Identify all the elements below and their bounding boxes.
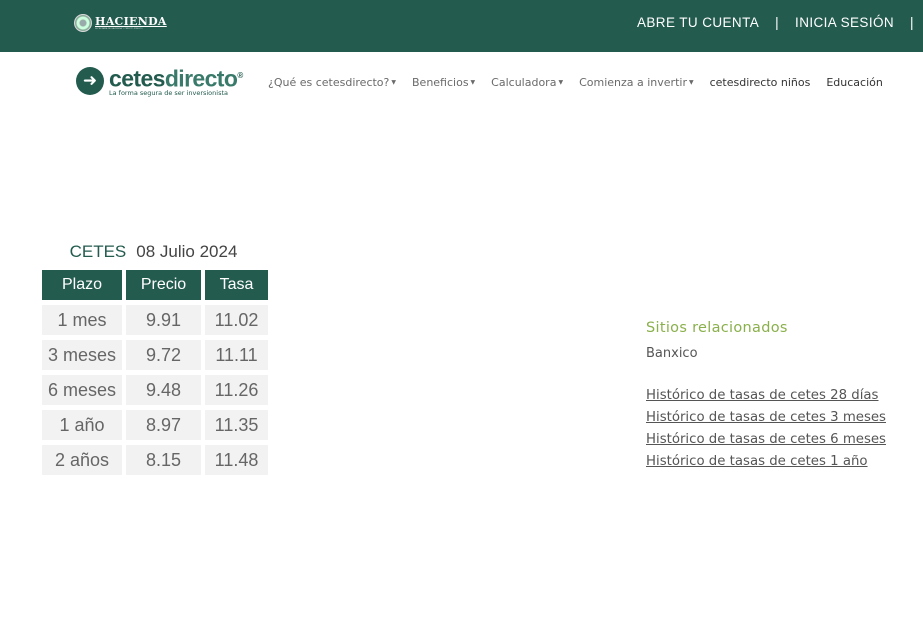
menu-item-ninos[interactable]: cetesdirecto niños (710, 76, 811, 89)
header-tasa: Tasa (205, 270, 268, 300)
cell-precio: 8.97 (126, 410, 201, 440)
top-bar: HACIENDA SECRETARÍA DE HACIENDA Y CRÉDIT… (0, 0, 923, 52)
banxico-link[interactable]: Banxico (646, 346, 886, 361)
separator: | (910, 15, 914, 30)
caret-down-icon: ▼ (391, 79, 396, 86)
menu-item-comienza[interactable]: Comienza a invertir ▼ (579, 76, 694, 89)
rates-date: 08 Julio 2024 (136, 242, 238, 261)
menu-item-que-es[interactable]: ¿Qué es cetesdirecto? ▼ (268, 76, 396, 89)
cell-tasa: 11.26 (205, 375, 268, 405)
table-row: 2 años 8.15 11.48 (42, 445, 268, 475)
historical-link-28-dias[interactable]: Histórico de tasas de cetes 28 días (646, 385, 886, 407)
cell-plazo: 3 meses (42, 340, 122, 370)
historical-link-3-meses[interactable]: Histórico de tasas de cetes 3 meses (646, 407, 886, 429)
logo-tagline: La forma segura de ser inversionista (109, 88, 228, 97)
table-row: 3 meses 9.72 11.11 (42, 340, 268, 370)
historical-link-6-meses[interactable]: Histórico de tasas de cetes 6 meses (646, 429, 886, 451)
cell-plazo: 1 mes (42, 305, 122, 335)
cell-tasa: 11.48 (205, 445, 268, 475)
cell-precio: 9.72 (126, 340, 201, 370)
hacienda-subtitle: SECRETARÍA DE HACIENDA Y CRÉDITO PÚBLICO (95, 27, 143, 30)
cell-precio: 9.48 (126, 375, 201, 405)
hacienda-text: HACIENDA SECRETARÍA DE HACIENDA Y CRÉDIT… (95, 14, 167, 31)
table-row: 1 año 8.97 11.35 (42, 410, 268, 440)
registered-mark: ® (237, 71, 243, 80)
separator: | (775, 15, 780, 30)
menu-item-calculadora[interactable]: Calculadora ▼ (491, 76, 563, 89)
table-header-row: Plazo Precio Tasa (42, 270, 268, 300)
menu-item-educacion[interactable]: Educación (826, 76, 883, 89)
header-precio: Precio (126, 270, 201, 300)
cell-tasa: 11.02 (205, 305, 268, 335)
hacienda-logo[interactable]: HACIENDA SECRETARÍA DE HACIENDA Y CRÉDIT… (74, 14, 167, 32)
logo-text: cetesdirecto® La forma segura de ser inv… (109, 64, 243, 97)
hacienda-name: HACIENDA (95, 14, 167, 28)
historical-links: Histórico de tasas de cetes 28 días Hist… (646, 385, 886, 473)
rates-title: CETES 08 Julio 2024 (40, 242, 267, 262)
related-sites-title: Sitios relacionados (646, 320, 788, 336)
login-link[interactable]: INICIA SESIÓN (795, 15, 894, 30)
menu-item-beneficios[interactable]: Beneficios ▼ (412, 76, 475, 89)
main-navbar: ➜ cetesdirecto® La forma segura de ser i… (0, 52, 923, 112)
arrow-right-icon: ➜ (76, 67, 104, 95)
caret-down-icon: ▼ (470, 79, 476, 86)
related-sites: Sitios relacionados Banxico Histórico de… (646, 320, 886, 473)
cetesdirecto-logo[interactable]: ➜ cetesdirecto® La forma segura de ser i… (76, 64, 243, 97)
cell-precio: 8.15 (126, 445, 201, 475)
cell-plazo: 1 año (42, 410, 122, 440)
table-row: 6 meses 9.48 11.26 (42, 375, 268, 405)
logo-name: cetesdirecto® (109, 65, 243, 92)
cell-plazo: 2 años (42, 445, 122, 475)
caret-down-icon: ▼ (558, 79, 564, 86)
table-row: 1 mes 9.91 11.02 (42, 305, 268, 335)
nav-menu: ¿Qué es cetesdirecto? ▼ Beneficios ▼ Calcu… (268, 76, 899, 89)
rates-label: CETES (69, 242, 127, 261)
header-plazo: Plazo (42, 270, 122, 300)
cell-plazo: 6 meses (42, 375, 122, 405)
caret-down-icon: ▼ (688, 79, 694, 86)
cell-tasa: 11.35 (205, 410, 268, 440)
national-seal-icon (74, 14, 92, 32)
cell-precio: 9.91 (126, 305, 201, 335)
historical-link-1-ano[interactable]: Histórico de tasas de cetes 1 año (646, 451, 886, 473)
account-links: ABRE TU CUENTA | INICIA SESIÓN | (637, 15, 923, 30)
open-account-link[interactable]: ABRE TU CUENTA (637, 15, 759, 30)
cell-tasa: 11.11 (205, 340, 268, 370)
cetes-rates-table: Plazo Precio Tasa 1 mes 9.91 11.02 3 mes… (38, 265, 272, 480)
